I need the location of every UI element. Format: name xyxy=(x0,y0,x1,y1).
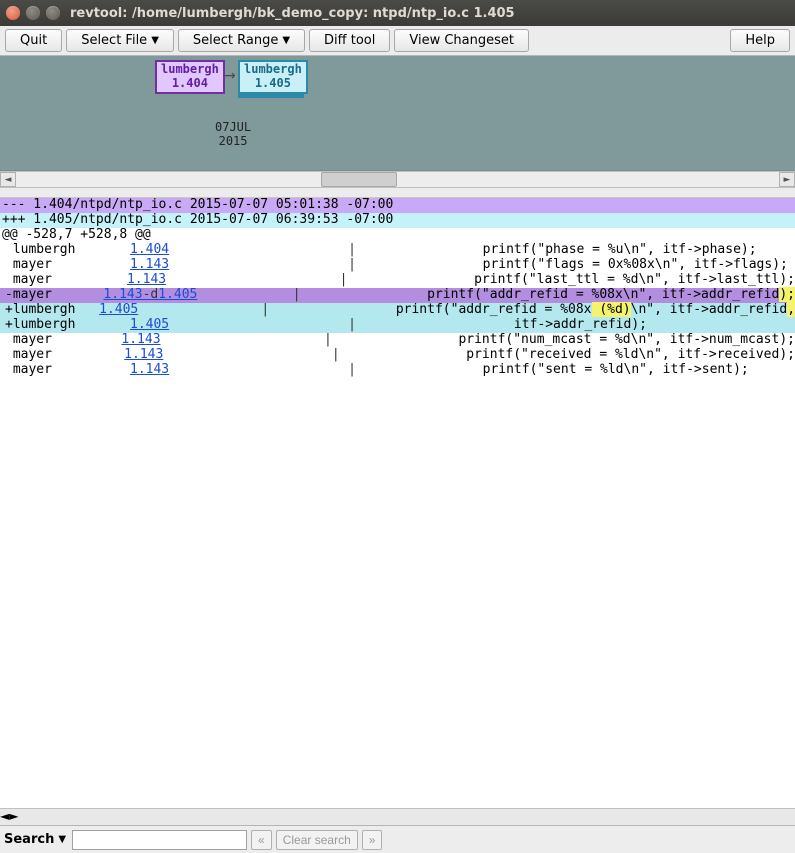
diff-line: mayer1.143 printf("num_mcast = %d\n", it… xyxy=(0,333,795,348)
revision-link[interactable]: 1.405 xyxy=(99,303,167,318)
author: +lumbergh xyxy=(0,318,130,333)
separator xyxy=(220,363,360,378)
author: mayer xyxy=(0,273,127,288)
toolbar: Quit Select File▼ Select Range▼ Diff too… xyxy=(0,26,795,56)
separator xyxy=(215,273,352,288)
quit-button[interactable]: Quit xyxy=(5,29,62,52)
revision-node[interactable]: lumbergh1.405 xyxy=(238,60,308,94)
arrow-right-icon: → xyxy=(224,68,236,84)
separator xyxy=(193,288,304,303)
diff-line: mayer1.143 printf("flags = 0x%08x\n", it… xyxy=(0,258,795,273)
select-file-button[interactable]: Select File▼ xyxy=(66,29,174,52)
author: +lumbergh xyxy=(0,303,99,318)
diff-line: mayer1.143 printf("last_ttl = %d\n", itf… xyxy=(0,273,795,288)
diff-view[interactable]: --- 1.404/ntpd/ntp_io.c 2015-07-07 05:01… xyxy=(0,198,795,808)
revision-date: 07JUL2015 xyxy=(215,120,251,149)
clear-search-button[interactable]: Clear search xyxy=(276,830,358,850)
diff-header-old: --- 1.404/ntpd/ntp_io.c 2015-07-07 05:01… xyxy=(0,198,795,213)
author: mayer xyxy=(0,363,130,378)
help-button[interactable]: Help xyxy=(730,29,790,52)
revision-link[interactable]: 1.143 xyxy=(130,363,220,378)
window-controls xyxy=(6,6,60,20)
window-title: revtool: /home/lumbergh/bk_demo_copy: nt… xyxy=(70,6,515,21)
revision-link[interactable]: 1.143 xyxy=(127,273,215,288)
separator xyxy=(220,258,360,273)
revision-link[interactable]: 1.143 xyxy=(121,333,205,348)
search-next-button[interactable]: » xyxy=(362,830,383,850)
diff-line: lumbergh1.404 printf("phase = %u\n", itf… xyxy=(0,243,795,258)
author: mayer xyxy=(0,258,130,273)
close-icon[interactable] xyxy=(6,6,20,20)
code: printf("addr_refid = %08x\n", itf->addr_… xyxy=(305,288,795,303)
author: mayer xyxy=(0,348,124,363)
revision-graph: lumbergh1.404 lumbergh1.405 → 07JUL2015 xyxy=(0,56,795,171)
code: printf("last_ttl = %d\n", itf->last_ttl)… xyxy=(351,273,795,288)
chevron-down-icon: ▼ xyxy=(282,35,290,46)
diff-line: mayer1.143 printf("sent = %ld\n", itf->s… xyxy=(0,363,795,378)
code: printf("phase = %u\n", itf->phase); xyxy=(360,243,795,258)
minimize-icon[interactable] xyxy=(26,6,40,20)
revision-link[interactable]: 1.143-d1.405 xyxy=(103,288,193,303)
diff-line: mayer1.143 printf("received = %ld\n", it… xyxy=(0,348,795,363)
separator xyxy=(205,333,336,348)
search-label[interactable]: Search ▼ xyxy=(4,832,66,847)
maximize-icon[interactable] xyxy=(46,6,60,20)
author: mayer xyxy=(0,333,121,348)
diff-tool-button[interactable]: Diff tool xyxy=(309,29,390,52)
code: printf("addr_refid = %08x (%d)\n", itf->… xyxy=(273,303,795,318)
code: printf("received = %ld\n", itf->received… xyxy=(344,348,795,363)
diff-line: +lumbergh1.405 printf("addr_refid = %08x… xyxy=(0,303,795,318)
search-input[interactable] xyxy=(72,830,247,850)
separator xyxy=(220,243,360,258)
revision-link[interactable]: 1.143 xyxy=(130,258,220,273)
code: printf("num_mcast = %d\n", itf->num_mcas… xyxy=(336,333,795,348)
graph-scrollbar[interactable]: ◄ ► xyxy=(0,171,795,188)
view-changeset-button[interactable]: View Changeset xyxy=(394,29,529,52)
titlebar: revtool: /home/lumbergh/bk_demo_copy: nt… xyxy=(0,0,795,26)
scroll-right-icon[interactable]: ► xyxy=(779,172,795,187)
revision-link[interactable]: 1.405 xyxy=(130,318,220,333)
author: -mayer xyxy=(0,288,103,303)
search-bar: Search ▼ « Clear search » xyxy=(0,825,795,853)
author: lumbergh xyxy=(0,243,130,258)
revision-link[interactable]: 1.404 xyxy=(130,243,220,258)
separator xyxy=(210,348,344,363)
scroll-right-icon[interactable]: ► xyxy=(9,809,18,825)
diff-header-new: +++ 1.405/ntpd/ntp_io.c 2015-07-07 06:39… xyxy=(0,213,795,228)
code: itf->addr_refid); xyxy=(360,318,795,333)
code: printf("flags = 0x%08x\n", itf->flags); xyxy=(360,258,795,273)
diff-line: -mayer1.143-d1.405 printf("addr_refid = … xyxy=(0,288,795,303)
chevron-down-icon: ▼ xyxy=(151,35,159,46)
revision-link[interactable]: 1.143 xyxy=(124,348,210,363)
separator xyxy=(167,303,273,318)
chevron-down-icon: ▼ xyxy=(58,834,66,845)
separator xyxy=(220,318,360,333)
diff-hunk-header: @@ -528,7 +528,8 @@ xyxy=(0,228,795,243)
revision-node[interactable]: lumbergh1.404 xyxy=(155,60,225,94)
select-range-button[interactable]: Select Range▼ xyxy=(178,29,305,52)
code: printf("sent = %ld\n", itf->sent); xyxy=(360,363,795,378)
diff-scrollbar[interactable]: ◄ ► xyxy=(0,808,795,825)
diff-line: +lumbergh1.405 itf->addr_refid); xyxy=(0,318,795,333)
search-prev-button[interactable]: « xyxy=(251,830,272,850)
scroll-left-icon[interactable]: ◄ xyxy=(0,172,16,187)
scroll-left-icon[interactable]: ◄ xyxy=(0,809,9,825)
